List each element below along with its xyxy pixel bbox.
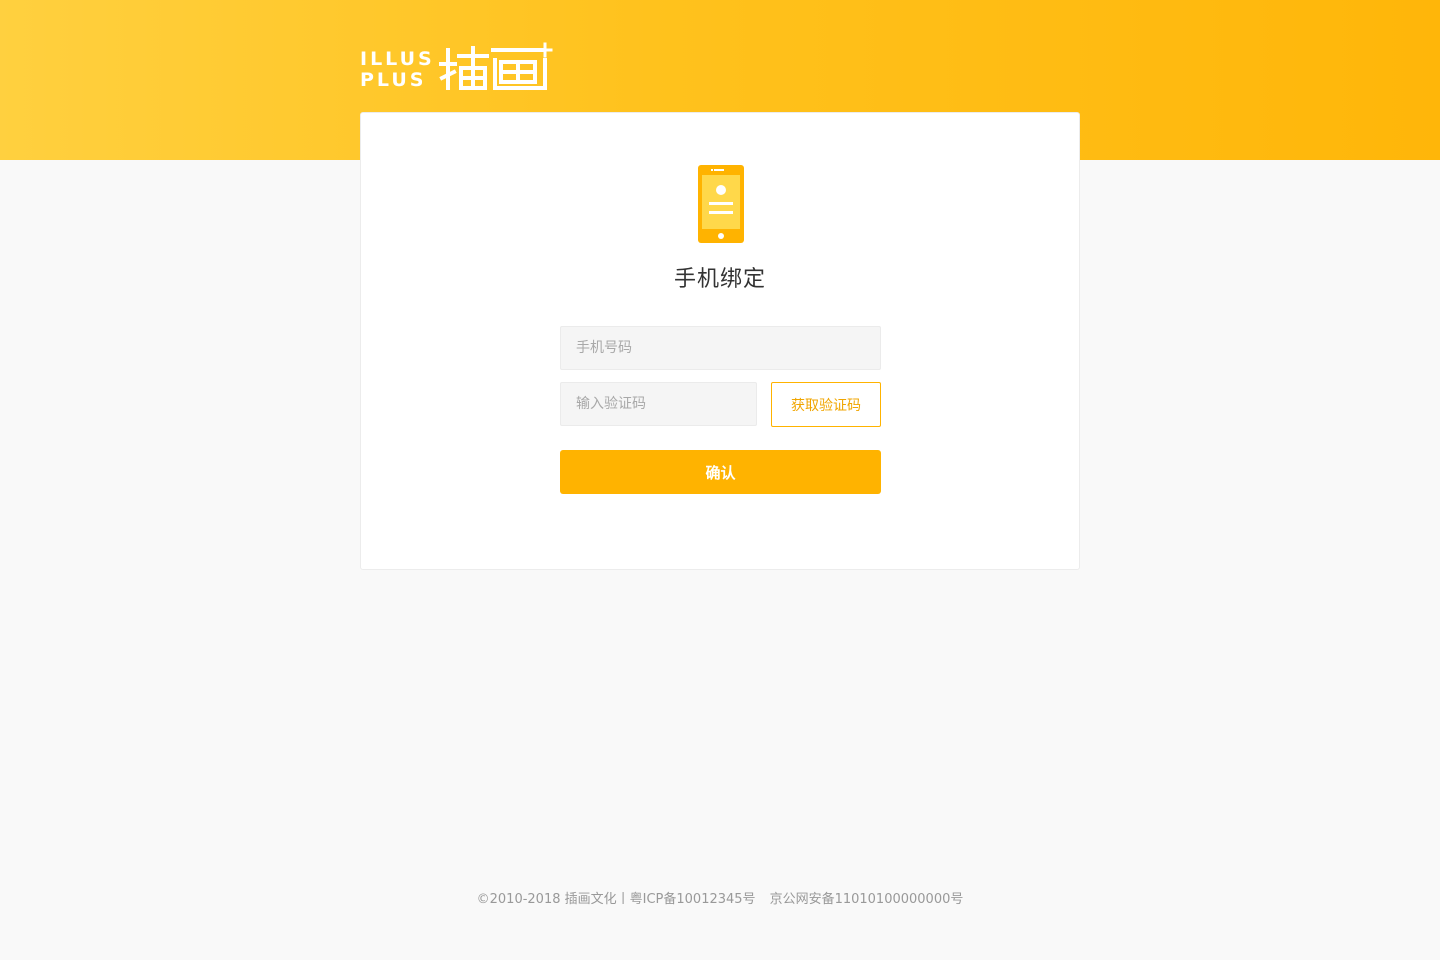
confirm-button[interactable]: 确认 — [560, 450, 881, 494]
phone-number-input[interactable] — [560, 326, 881, 370]
site-logo[interactable]: ILLUS PLUS — [360, 42, 553, 91]
get-code-button[interactable]: 获取验证码 — [771, 382, 881, 427]
bind-phone-card: 手机绑定 获取验证码 确认 — [360, 112, 1080, 570]
logo-chinese-mark — [438, 42, 553, 90]
footer: ©2010-2018 插画文化丨粤ICP备10012345号 京公网安备11010… — [0, 888, 1440, 907]
smartphone-icon — [698, 165, 744, 243]
logo-latin-text: ILLUS PLUS — [360, 49, 435, 91]
page-title: 手机绑定 — [673, 267, 766, 292]
logo-line-2: PLUS — [360, 69, 427, 91]
verification-code-input[interactable] — [560, 382, 757, 426]
footer-police-record: 京公网安备11010100000000号 — [769, 892, 964, 907]
logo-line-1: ILLUS — [360, 48, 435, 70]
footer-copyright: ©2010-2018 插画文化丨粤ICP备10012345号 — [476, 892, 756, 907]
